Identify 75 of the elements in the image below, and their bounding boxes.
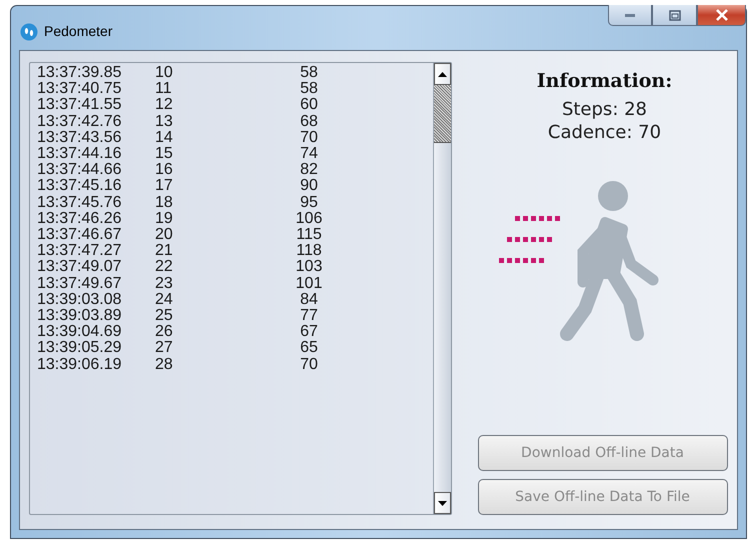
time-cell-text: 13:37:45.16 <box>37 178 123 195</box>
time-cell-text: 13:37:44.16 <box>37 146 123 162</box>
cadence-cell-text: 84 <box>299 292 319 308</box>
maximize-button[interactable] <box>652 5 697 26</box>
info-heading: Information: <box>536 70 672 92</box>
scroll-down-button[interactable] <box>434 492 451 514</box>
minimize-button[interactable] <box>608 5 652 26</box>
cadence-cell-text: 118 <box>295 243 323 260</box>
cadence-cell-text: 95 <box>299 194 319 211</box>
cadence-cell-text: 106 <box>294 210 324 228</box>
info-value: Steps: 28 <box>562 98 648 121</box>
cadence-cell-text: 74 <box>299 146 319 162</box>
up-arrow-icon <box>438 72 447 76</box>
maximize-icon <box>668 10 680 20</box>
time-cell-text: 13:37:47.27 <box>37 243 123 260</box>
step-cell-text: 14 <box>155 130 174 146</box>
time-cell-text: 13:39:05.29 <box>37 340 123 357</box>
cadence-cell-text: 65 <box>299 340 319 357</box>
step-cell-text: 17 <box>155 178 174 195</box>
cadence-cell-text: 70 <box>299 356 319 373</box>
step-cell-text: 22 <box>155 259 174 276</box>
cadence-cell-text: 58 <box>299 81 319 98</box>
cadence-cell-text: 77 <box>299 308 319 324</box>
minimize-icon <box>624 12 636 18</box>
down-arrow-icon <box>438 500 447 506</box>
cadence-cell-text: 60 <box>299 97 319 114</box>
cadence-cell-text: 70 <box>299 130 319 146</box>
cadence-cell-text: 115 <box>295 227 323 244</box>
close-icon <box>714 9 728 21</box>
step-cell-text: 27 <box>155 340 174 357</box>
info-value: Cadence: 70 <box>548 121 662 144</box>
time-cell-text: 13:37:43.56 <box>37 130 123 146</box>
cadence-cell-text: 90 <box>299 178 319 195</box>
step-cell-text: 15 <box>155 146 174 162</box>
cadence-cell-text: 67 <box>299 324 319 340</box>
step-cell-text: 25 <box>155 308 174 324</box>
time-cell-text: 13:37:49.07 <box>37 259 123 276</box>
time-cell-text: 13:39:03.08 <box>37 292 123 308</box>
step-cell-text: 12 <box>155 97 174 114</box>
step-cell-text: 23 <box>155 276 174 292</box>
step-cell-text: 24 <box>155 292 174 308</box>
step-cell-text: 13 <box>155 114 174 130</box>
time-cell-text: 13:37:44.66 <box>37 162 123 178</box>
close-button[interactable] <box>697 5 746 26</box>
time-cell-text: 13:37:41.55 <box>37 97 123 114</box>
time-cell-text: 13:37:46.67 <box>37 227 123 244</box>
step-cell-text: 18 <box>155 194 174 211</box>
time-cell-text: 13:37:40.75 <box>37 81 123 98</box>
time-cell-text: 13:37:45.76 <box>37 194 123 211</box>
cadence-cell-text: 82 <box>299 162 319 178</box>
window-title: Pedometer <box>44 23 112 39</box>
step-cell-text: 26 <box>155 324 174 340</box>
step-cell-text: 19 <box>155 210 174 228</box>
cadence-cell-text: 58 <box>299 65 319 82</box>
cadence-cell-text: 101 <box>294 276 324 292</box>
cadence-cell-text: 103 <box>294 259 324 276</box>
time-cell-text: 13:39:03.89 <box>37 308 123 324</box>
time-cell-text: 13:39:06.19 <box>37 356 123 373</box>
step-cell-text: 16 <box>155 162 174 178</box>
cadence-cell-text: 68 <box>299 114 319 130</box>
time-cell-text: 13:37:39.85 <box>37 65 123 82</box>
step-cell-text: 11 <box>155 81 173 98</box>
data-list[interactable] <box>29 62 452 515</box>
step-cell-text: 10 <box>155 65 174 82</box>
time-cell-text: 13:37:42.76 <box>37 114 123 130</box>
scrollbar[interactable] <box>433 63 451 514</box>
step-cell-text: 28 <box>155 356 174 373</box>
time-cell-text: 13:37:46.26 <box>37 210 123 228</box>
time-cell-text: 13:37:49.67 <box>37 276 123 292</box>
time-cell-text: 13:39:04.69 <box>37 324 123 340</box>
scroll-up-button[interactable] <box>434 63 451 85</box>
scroll-thumb[interactable] <box>434 85 451 143</box>
step-cell-text: 20 <box>155 227 174 244</box>
app-icon <box>20 23 38 41</box>
step-cell-text: 21 <box>155 243 174 260</box>
